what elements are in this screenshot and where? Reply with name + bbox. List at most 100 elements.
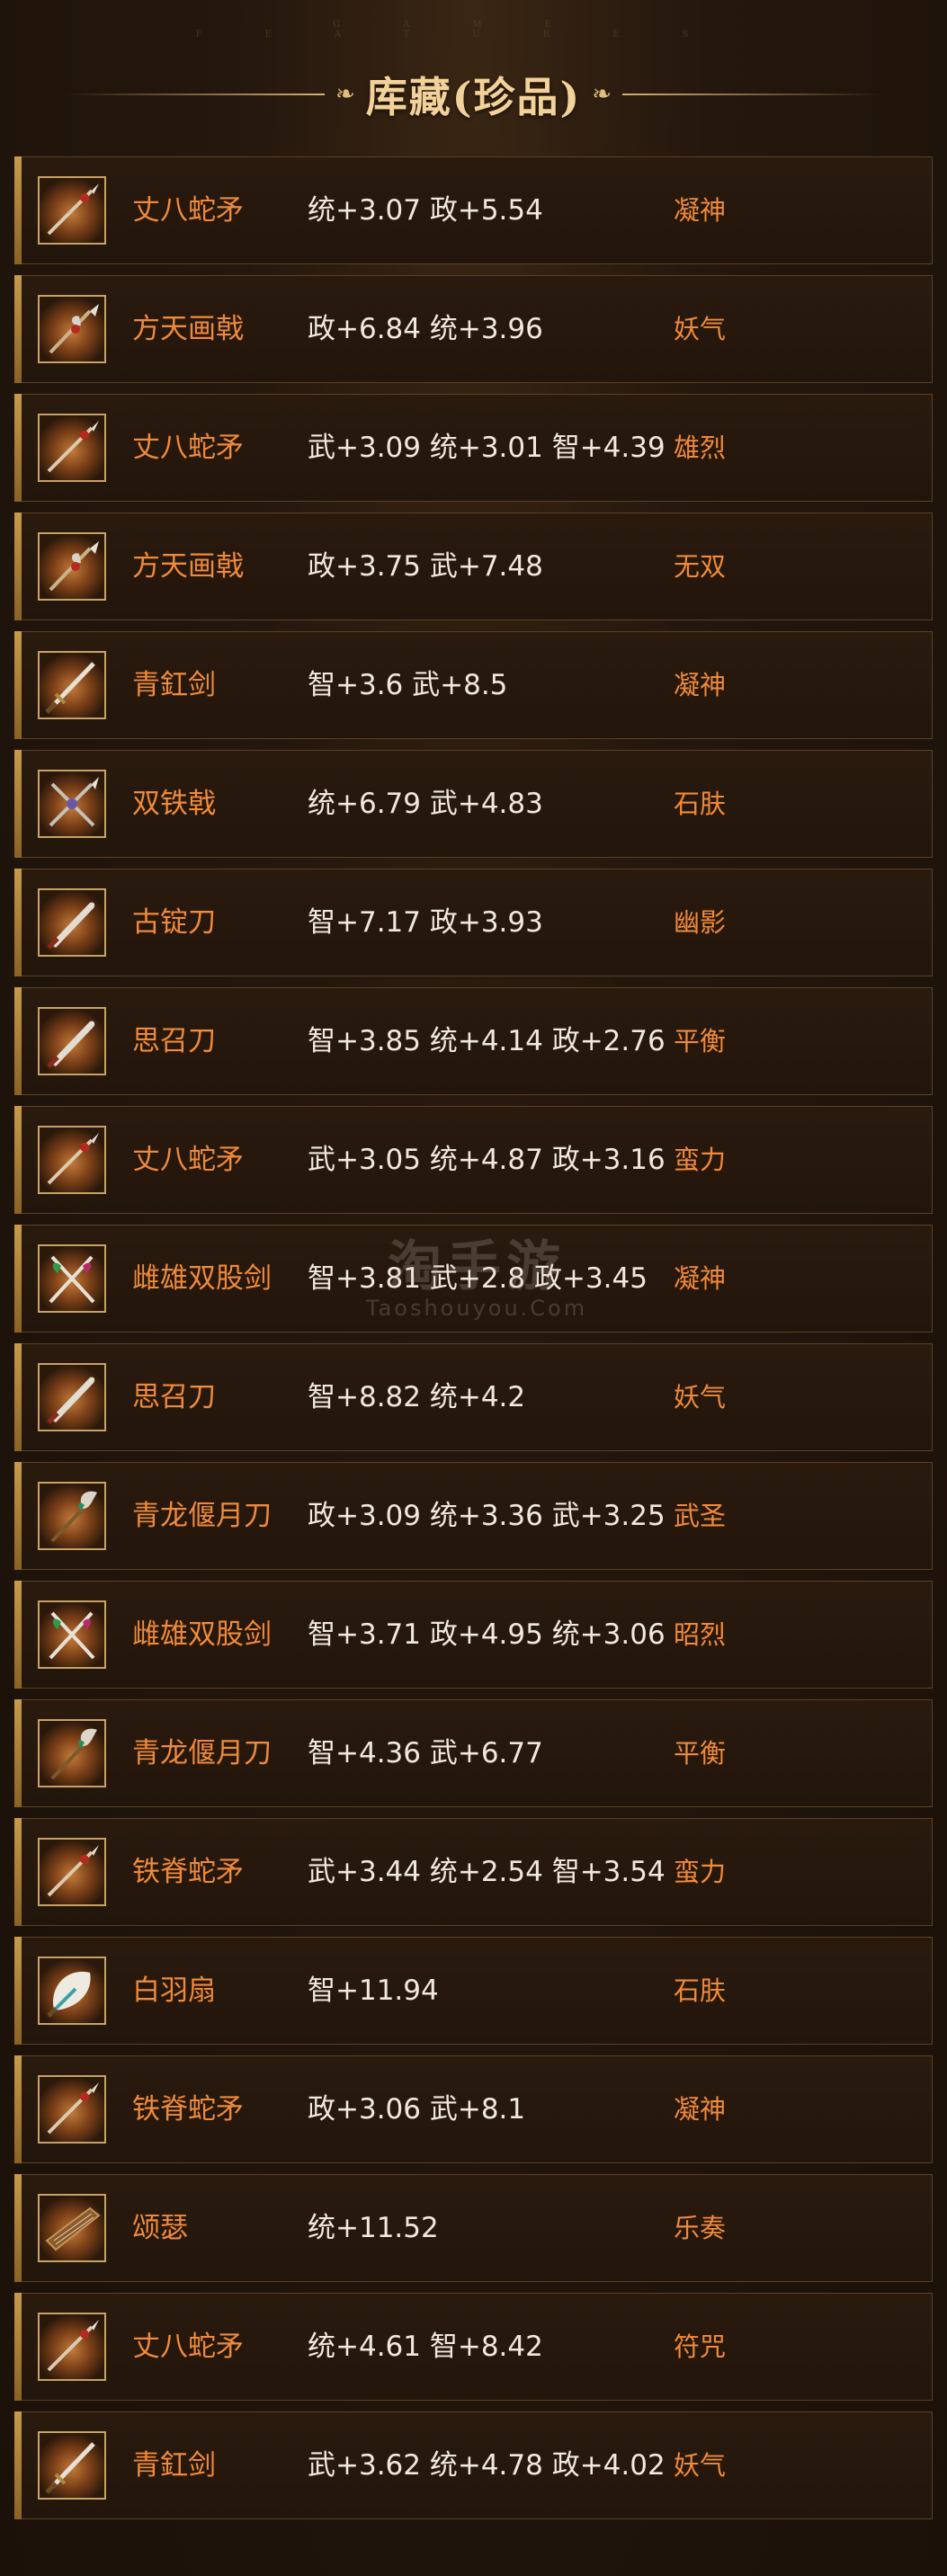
list-item[interactable]: 丈八蛇矛 武+3.05 统+4.87 政+3.16 蛮力 [14, 1106, 933, 1214]
ornament-left-icon: ❧ [335, 81, 355, 108]
glaive-icon [38, 1482, 106, 1550]
item-stats: 武+3.05 统+4.87 政+3.16 [308, 1144, 666, 1176]
item-name: 丈八蛇矛 [132, 1144, 244, 1176]
item-trait: 昭烈 [674, 1619, 727, 1650]
item-stats: 武+3.09 统+3.01 智+4.39 [308, 432, 666, 464]
spear-icon [38, 1838, 106, 1906]
title-rule-right [622, 94, 884, 95]
item-name: 方天画戟 [132, 550, 244, 583]
item-name: 古锭刀 [132, 906, 216, 939]
feather-fan-icon [38, 1957, 106, 2025]
spear-icon [38, 176, 106, 245]
item-name: 铁脊蛇矛 [132, 2093, 244, 2126]
item-trait: 石肤 [674, 789, 727, 819]
item-name: 雌雄双股剑 [132, 1262, 272, 1295]
blade-icon [38, 1007, 106, 1075]
twin-halberd-icon [38, 770, 106, 838]
item-list: 丈八蛇矛 统+3.07 政+5.54 凝神 方天画戟 政+6.84 统+3.96 妖气 丈八… [14, 156, 933, 2530]
list-item[interactable]: 白羽扇 智+11.94 石肤 [14, 1937, 933, 2045]
list-item[interactable]: 青龙偃月刀 政+3.09 统+3.36 武+3.25 武圣 [14, 1462, 933, 1570]
item-stats: 武+3.44 统+2.54 智+3.54 [308, 1856, 666, 1888]
item-stats: 统+6.79 武+4.83 [308, 788, 543, 820]
item-trait: 幽影 [674, 907, 727, 938]
item-name: 方天画戟 [132, 313, 244, 345]
list-item[interactable]: 思召刀 智+3.85 统+4.14 政+2.76 平衡 [14, 987, 933, 1095]
list-item[interactable]: 青龙偃月刀 智+4.36 武+6.77 平衡 [14, 1699, 933, 1807]
item-stats: 智+3.81 武+2.8 政+3.45 [308, 1262, 648, 1295]
list-item[interactable]: 方天画戟 政+3.75 武+7.48 无双 [14, 513, 933, 620]
spear-icon [38, 2075, 106, 2144]
sword-icon [38, 651, 106, 719]
list-item[interactable]: 雌雄双股剑 智+3.71 政+4.95 统+3.06 昭烈 [14, 1581, 933, 1689]
item-trait: 平衡 [674, 1738, 727, 1769]
item-name: 丈八蛇矛 [132, 2331, 244, 2363]
item-stats: 智+11.94 [308, 1974, 439, 2007]
title-rule-left [63, 94, 325, 95]
item-name: 双铁戟 [132, 788, 216, 820]
page-title: 库藏(珍品) [365, 73, 582, 121]
twin-sword-icon [38, 1600, 106, 1669]
list-item[interactable]: 双铁戟 统+6.79 武+4.83 石肤 [14, 750, 933, 858]
spear-icon [38, 2313, 106, 2381]
blade-icon [38, 888, 106, 957]
ornament-right-icon: ❧ [592, 81, 612, 108]
item-stats: 统+11.52 [308, 2212, 439, 2244]
list-item[interactable]: 青釭剑 武+3.62 统+4.78 政+4.02 妖气 [14, 2411, 933, 2519]
header: GAME FEATURES ❧ 库藏(珍品) ❧ [0, 0, 947, 153]
item-name: 雌雄双股剑 [132, 1618, 272, 1651]
item-trait: 武圣 [674, 1501, 727, 1531]
item-stats: 政+3.09 统+3.36 武+3.25 [308, 1500, 666, 1532]
item-trait: 妖气 [674, 314, 727, 344]
item-trait: 石肤 [674, 1975, 727, 2006]
list-item[interactable]: 青釭剑 智+3.6 武+8.5 凝神 [14, 631, 933, 739]
halberd-icon [38, 295, 106, 363]
item-trait: 凝神 [674, 195, 727, 226]
item-name: 丈八蛇矛 [132, 432, 244, 464]
glaive-icon [38, 1719, 106, 1787]
list-item[interactable]: 思召刀 智+8.82 统+4.2 妖气 [14, 1343, 933, 1451]
item-trait: 蛮力 [674, 1857, 727, 1887]
title-bar: ❧ 库藏(珍品) ❧ [0, 63, 947, 126]
item-trait: 凝神 [674, 1263, 727, 1294]
item-trait: 无双 [674, 551, 727, 582]
item-name: 青龙偃月刀 [132, 1500, 272, 1532]
sword-icon [38, 2431, 106, 2500]
zither-icon [38, 2194, 106, 2262]
item-stats: 智+4.36 武+6.77 [308, 1737, 543, 1769]
list-item[interactable]: 古锭刀 智+7.17 政+3.93 幽影 [14, 869, 933, 976]
item-stats: 政+6.84 统+3.96 [308, 313, 543, 345]
item-trait: 妖气 [674, 1382, 727, 1413]
item-name: 思召刀 [132, 1381, 216, 1413]
item-stats: 智+3.6 武+8.5 [308, 669, 508, 701]
item-trait: 平衡 [674, 1026, 727, 1056]
list-item[interactable]: 丈八蛇矛 武+3.09 统+3.01 智+4.39 雄烈 [14, 394, 933, 502]
item-name: 青釭剑 [132, 669, 216, 701]
spear-icon [38, 1126, 106, 1194]
item-stats: 统+4.61 智+8.42 [308, 2331, 543, 2363]
item-stats: 政+3.75 武+7.48 [308, 550, 543, 583]
list-item[interactable]: 丈八蛇矛 统+4.61 智+8.42 符咒 [14, 2293, 933, 2401]
item-name: 颂瑟 [132, 2212, 188, 2244]
item-stats: 政+3.06 武+8.1 [308, 2093, 526, 2126]
item-stats: 武+3.62 统+4.78 政+4.02 [308, 2449, 666, 2482]
item-trait: 乐奏 [674, 2213, 727, 2243]
list-item[interactable]: 颂瑟 统+11.52 乐奏 [14, 2174, 933, 2282]
item-name: 青龙偃月刀 [132, 1737, 272, 1769]
item-trait: 蛮力 [674, 1145, 727, 1175]
item-name: 丈八蛇矛 [132, 194, 244, 227]
list-item[interactable]: 丈八蛇矛 统+3.07 政+5.54 凝神 [14, 156, 933, 264]
item-trait: 雄烈 [674, 432, 727, 463]
item-name: 思召刀 [132, 1025, 216, 1057]
list-item[interactable]: 雌雄双股剑 智+3.81 武+2.8 政+3.45 凝神 [14, 1225, 933, 1333]
item-trait: 凝神 [674, 670, 727, 700]
list-item[interactable]: 铁脊蛇矛 武+3.44 统+2.54 智+3.54 蛮力 [14, 1818, 933, 1926]
item-trait: 妖气 [674, 2450, 727, 2481]
item-stats: 统+3.07 政+5.54 [308, 194, 543, 227]
item-stats: 智+3.85 统+4.14 政+2.76 [308, 1025, 666, 1057]
item-trait: 符咒 [674, 2331, 727, 2362]
list-item[interactable]: 方天画戟 政+6.84 统+3.96 妖气 [14, 275, 933, 383]
header-deco-text: GAME FEATURES [195, 20, 752, 40]
blade-icon [38, 1363, 106, 1431]
halberd-icon [38, 532, 106, 601]
list-item[interactable]: 铁脊蛇矛 政+3.06 武+8.1 凝神 [14, 2055, 933, 2163]
